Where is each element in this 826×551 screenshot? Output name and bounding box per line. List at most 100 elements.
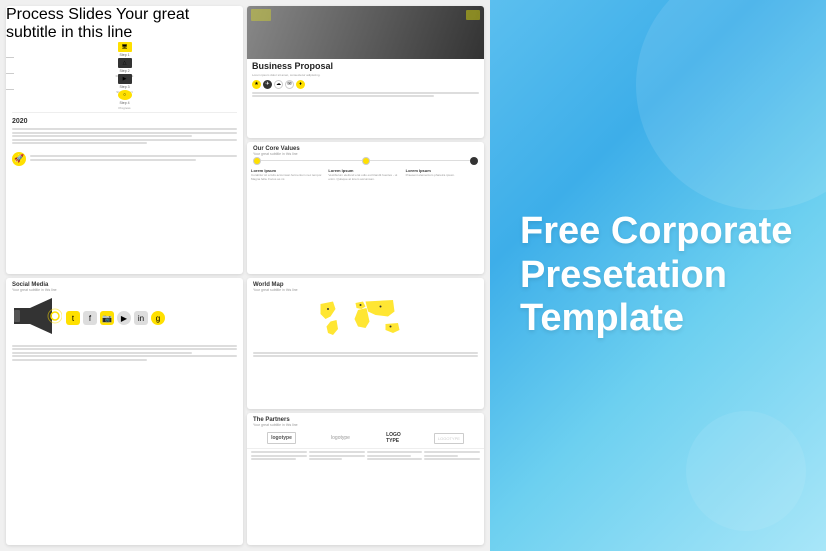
slide-year: 2020 — [6, 115, 243, 126]
partner-detail-4 — [424, 451, 480, 462]
step-3-icon: ▶ — [118, 74, 132, 84]
map-subtitle: Your great subtitle in this line — [253, 288, 478, 292]
business-subtitle: Lorem ipsum dolor sit amet, consectetur … — [252, 73, 479, 77]
slides-panel: Process Slides Your great subtitle in th… — [0, 0, 490, 551]
social-text — [6, 343, 243, 365]
rocket-icon: 🚀 — [12, 152, 26, 166]
p-line-12 — [424, 458, 480, 460]
step-4-icon: ○ — [118, 90, 132, 100]
social-line-1 — [12, 345, 237, 347]
slide-process[interactable]: Process Slides Your great subtitle in th… — [6, 6, 243, 274]
biz-text-2 — [252, 95, 434, 97]
text-line-2 — [12, 132, 237, 134]
social-line-2 — [12, 348, 237, 350]
values-header: Our Core Values Your great subtitle in t… — [247, 142, 484, 157]
p-line-10 — [424, 451, 480, 453]
slide-process-header: Process Slides Your great subtitle in th… — [6, 6, 243, 42]
p-line-1 — [251, 451, 307, 453]
steps-row: 🖥 Step 1 Market △ Step 2 Development ▶ S… — [6, 42, 243, 110]
promo-panel: Free Corporate Presetation Template — [490, 0, 826, 551]
social-icon-ig: 📷 — [100, 311, 114, 325]
partner-detail-1 — [251, 451, 307, 462]
p-line-3 — [251, 458, 296, 460]
step-4: ○ Step 4 Progress — [6, 90, 243, 110]
slide-social[interactable]: Social Media Your great subtitle in this… — [6, 278, 243, 546]
slide-values[interactable]: Our Core Values Your great subtitle in t… — [247, 142, 484, 274]
biz-icon-5: ♦ — [296, 80, 305, 89]
biz-icon-1: ★ — [252, 80, 261, 89]
social-icon-twitter: t — [66, 311, 80, 325]
logos-row: logotype logotype LOGOTYPE LOGOTYPE — [247, 428, 484, 449]
footer-line-2 — [30, 159, 196, 161]
business-content: Business Proposal Lorem ipsum dolor sit … — [247, 59, 484, 102]
slide-process-text — [6, 126, 243, 148]
timeline-line-2 — [370, 160, 471, 161]
social-line-3 — [12, 352, 192, 354]
p-line-7 — [367, 451, 423, 453]
p-line-6 — [309, 458, 342, 460]
logo-2: logotype — [328, 433, 353, 443]
slide-business[interactable]: Business Proposal Lorem ipsum dolor sit … — [247, 6, 484, 138]
slide-map[interactable]: World Map Your great subtitle in this li… — [247, 278, 484, 410]
social-header: Social Media Your great subtitle in this… — [6, 278, 243, 294]
social-icon-yt: ▶ — [117, 311, 131, 325]
step-4-label: Step 4 — [119, 101, 129, 105]
partners-header: The Partners Your great subtitle in this… — [247, 413, 484, 428]
step-2-icon: △ — [118, 58, 132, 68]
biz-text-1 — [252, 92, 479, 94]
partners-subtitle: Your great subtitle in this line — [253, 423, 478, 427]
timeline-node-2 — [362, 157, 370, 165]
value-col-3: Lorem Ipsum Praesent elementum pharetra … — [406, 168, 480, 182]
partner-detail-3 — [367, 451, 423, 462]
biz-icon-3: ☁ — [274, 80, 283, 89]
business-image-overlay — [251, 9, 480, 21]
social-subtitle: Your great subtitle in this line — [12, 288, 237, 292]
social-line-5 — [12, 359, 147, 361]
value-col-3-title: Lorem Ipsum — [406, 168, 480, 173]
value-col-1-title: Lorem Ipsum — [251, 168, 325, 173]
megaphone-container — [12, 296, 62, 341]
step-2-label: Step 2 — [119, 69, 129, 73]
promo-line1: Free Corporate — [520, 210, 792, 252]
p-line-9 — [367, 458, 423, 460]
partner-details — [247, 449, 484, 464]
p-line-4 — [309, 451, 365, 453]
world-map-container — [247, 293, 484, 350]
value-col-1: Lorem Ipsum Curabitur sit a felis accums… — [251, 168, 325, 182]
map-text — [247, 350, 484, 361]
step-1-label: Step 1 — [119, 53, 129, 57]
business-title: Business Proposal — [252, 62, 479, 72]
values-subtitle: Your great subtitle in this line — [253, 152, 478, 156]
footer-lines — [30, 155, 237, 162]
p-line-2 — [251, 455, 307, 457]
promo-title: Free Corporate Presetation Template — [520, 210, 792, 341]
partner-detail-2 — [309, 451, 365, 462]
social-icon-in: in — [134, 311, 148, 325]
value-col-3-text: Praesent elementum pharetra ipsum. — [406, 174, 480, 178]
value-col-2: Lorem Ipsum Vestibulum eleifend erat odi… — [328, 168, 402, 182]
p-line-11 — [424, 455, 457, 457]
step-3-label: Step 3 — [119, 85, 129, 89]
laptop-shape — [251, 9, 271, 21]
value-col-1-text: Curabitur sit a felis accumsan fermentum… — [251, 174, 325, 182]
values-columns: Lorem Ipsum Curabitur sit a felis accums… — [247, 167, 484, 183]
p-line-8 — [367, 455, 412, 457]
social-graphic: t f 📷 ▶ in g — [6, 294, 243, 343]
timeline-line-1 — [261, 160, 362, 161]
world-map-svg — [251, 294, 480, 344]
phone-shape — [466, 10, 480, 20]
promo-line2: Presetation — [520, 254, 727, 296]
map-line-1 — [253, 352, 478, 354]
biz-icon-4: ✉ — [285, 80, 294, 89]
slide-partners[interactable]: The Partners Your great subtitle in this… — [247, 413, 484, 545]
map-line-2 — [253, 355, 478, 357]
slide-process-title: Process Slides — [6, 6, 112, 23]
value-col-2-title: Lorem Ipsum — [328, 168, 402, 173]
step-4-sublabel: Progress — [118, 106, 130, 110]
text-line-1 — [12, 128, 237, 130]
map-header: World Map Your great subtitle in this li… — [247, 278, 484, 293]
timeline-node-3 — [470, 157, 478, 165]
logo-4: LOGOTYPE — [434, 433, 464, 444]
social-icon-g: g — [151, 311, 165, 325]
text-line-4 — [12, 139, 237, 141]
